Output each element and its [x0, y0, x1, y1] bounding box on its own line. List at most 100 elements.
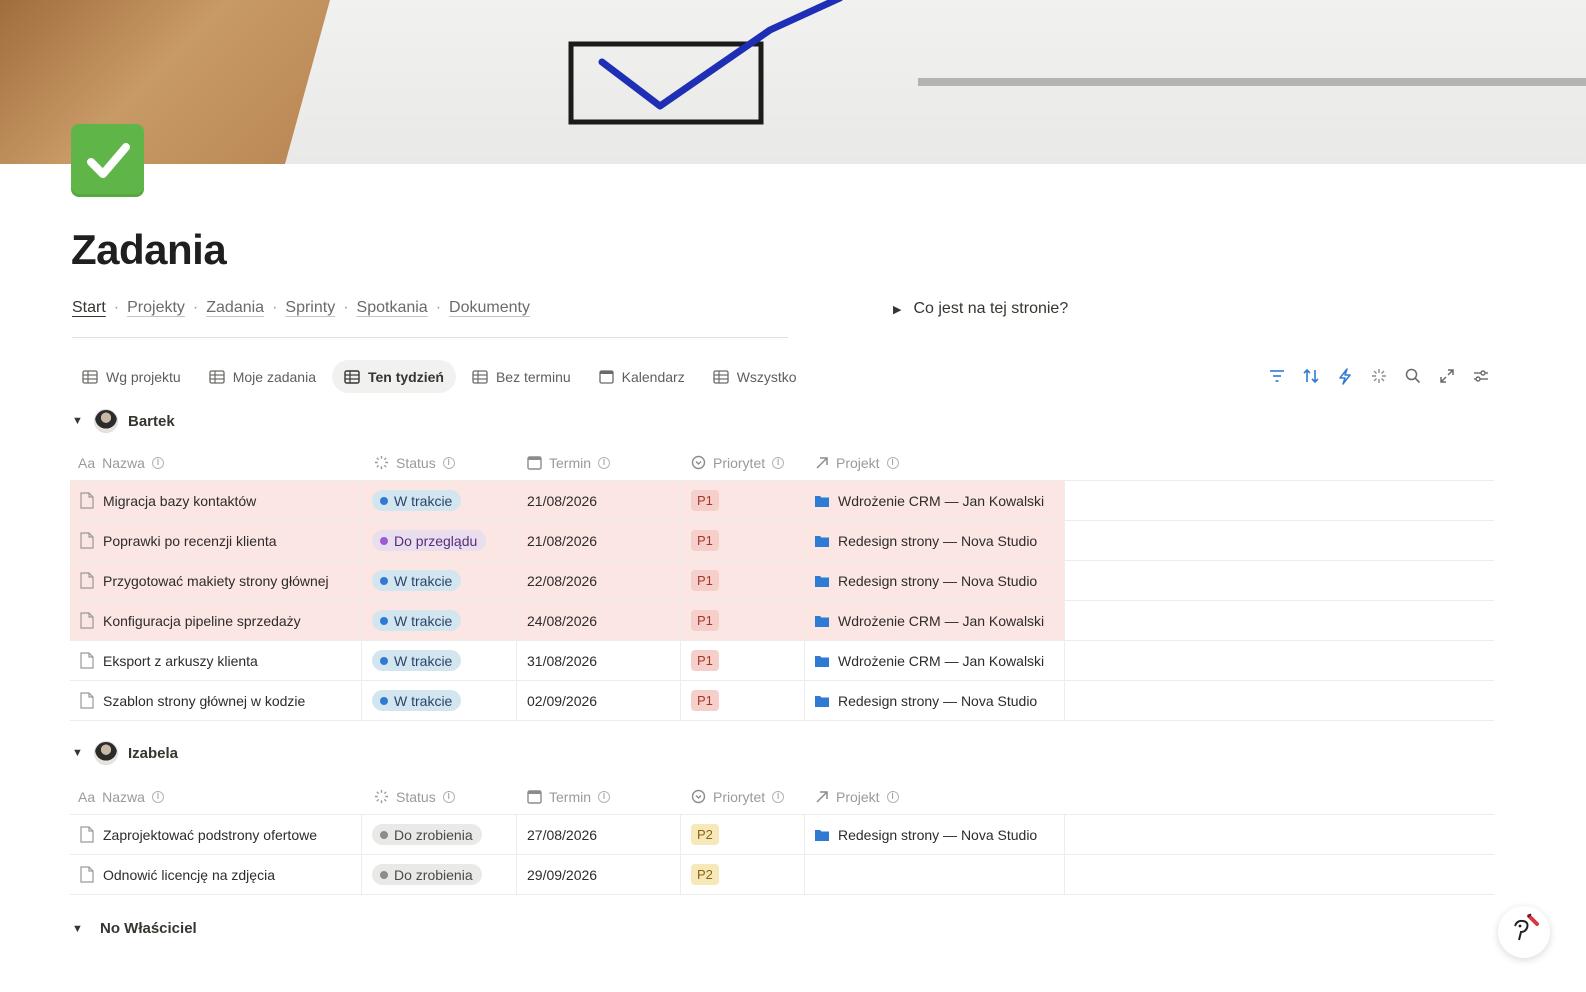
collapse-caret-icon[interactable]: ▼ [72, 747, 84, 759]
cell-status[interactable]: W trakcie [362, 561, 517, 600]
cell-status[interactable]: W trakcie [362, 641, 517, 680]
column-header-name[interactable]: Aa Nazwa i [70, 779, 362, 814]
cell-due[interactable]: 22/08/2026 [517, 561, 681, 600]
group-header-no-owner[interactable]: ▼ No Właściciel [72, 920, 197, 937]
project-link[interactable]: Redesign strony — Nova Studio [838, 573, 1037, 589]
cell-due[interactable]: 29/09/2026 [517, 855, 681, 894]
table-row[interactable]: Poprawki po recenzji klienta Do przegląd… [70, 521, 1494, 561]
tab-wszystko[interactable]: Wszystko [701, 360, 809, 393]
sparkle-icon[interactable] [1368, 364, 1389, 388]
cell-status[interactable]: W trakcie [362, 601, 517, 640]
cell-name[interactable]: Migracja bazy kontaktów [70, 481, 362, 520]
project-link[interactable]: Redesign strony — Nova Studio [838, 533, 1037, 549]
table-row[interactable]: Przygotować makiety strony głównej W tra… [70, 561, 1494, 601]
priority-badge: P1 [691, 690, 719, 711]
cell-status[interactable]: W trakcie [362, 681, 517, 720]
column-header-priority[interactable]: Priorytet i [681, 779, 805, 814]
tab-moje-zadania[interactable]: Moje zadania [197, 360, 328, 393]
cell-status[interactable]: Do przeglądu [362, 521, 517, 560]
cell-priority[interactable]: P1 [681, 481, 805, 520]
breadcrumb-start[interactable]: Start [72, 299, 106, 317]
cell-priority[interactable]: P1 [681, 521, 805, 560]
column-header-priority[interactable]: Priorytet i [681, 445, 805, 480]
cell-due[interactable]: 31/08/2026 [517, 641, 681, 680]
cell-project[interactable]: Redesign strony — Nova Studio [805, 521, 1065, 560]
table-row[interactable]: Eksport z arkuszy klienta W trakcie 31/0… [70, 641, 1494, 681]
breadcrumb-dokumenty[interactable]: Dokumenty [449, 299, 530, 317]
column-label: Termin [549, 454, 592, 471]
project-link[interactable]: Wdrożenie CRM — Jan Kowalski [838, 493, 1044, 509]
tab-kalendarz[interactable]: Kalendarz [587, 360, 697, 393]
table-row[interactable]: Konfiguracja pipeline sprzedaży W trakci… [70, 601, 1494, 641]
lightning-icon[interactable] [1334, 364, 1355, 388]
cell-status[interactable]: Do zrobienia [362, 855, 517, 894]
cell-project[interactable] [805, 855, 1065, 894]
cell-status[interactable]: Do zrobienia [362, 815, 517, 854]
info-icon: i [442, 456, 455, 469]
cell-project[interactable]: Wdrożenie CRM — Jan Kowalski [805, 481, 1065, 520]
cell-project[interactable]: Wdrożenie CRM — Jan Kowalski [805, 601, 1065, 640]
cell-name[interactable]: Zaprojektować podstrony ofertowe [70, 815, 362, 854]
cell-priority[interactable]: P1 [681, 561, 805, 600]
cell-due[interactable]: 21/08/2026 [517, 481, 681, 520]
green-checkmark-icon[interactable] [71, 124, 144, 197]
column-header-status[interactable]: Status i [362, 779, 517, 814]
cell-due[interactable]: 02/09/2026 [517, 681, 681, 720]
collapse-caret-icon[interactable]: ▼ [72, 415, 84, 427]
document-icon [80, 826, 94, 843]
filter-icon[interactable] [1266, 364, 1287, 388]
cell-due[interactable]: 21/08/2026 [517, 521, 681, 560]
cell-priority[interactable]: P1 [681, 641, 805, 680]
cell-priority[interactable]: P1 [681, 681, 805, 720]
cell-name[interactable]: Poprawki po recenzji klienta [70, 521, 362, 560]
cell-priority[interactable]: P2 [681, 815, 805, 854]
tab-wg-projektu[interactable]: Wg projektu [70, 360, 193, 393]
table-row[interactable]: Zaprojektować podstrony ofertowe Do zrob… [70, 815, 1494, 855]
collapse-caret-icon[interactable]: ▼ [72, 923, 84, 935]
cell-status[interactable]: W trakcie [362, 481, 517, 520]
page-info-toggle[interactable]: ▶ Co jest na tej stronie? [893, 300, 1068, 318]
cell-due[interactable]: 24/08/2026 [517, 601, 681, 640]
breadcrumb-spotkania[interactable]: Spotkania [357, 299, 428, 317]
column-header-project[interactable]: Projekt i [805, 779, 1065, 814]
cell-name[interactable]: Konfiguracja pipeline sprzedaży [70, 601, 362, 640]
group-header-izabela[interactable]: ▼ Izabela [72, 741, 178, 765]
cell-project[interactable]: Redesign strony — Nova Studio [805, 681, 1065, 720]
column-header-due[interactable]: Termin i [517, 445, 681, 480]
cell-project[interactable]: Wdrożenie CRM — Jan Kowalski [805, 641, 1065, 680]
expand-icon[interactable] [1436, 364, 1457, 388]
search-icon[interactable] [1402, 364, 1423, 388]
table-row[interactable]: Migracja bazy kontaktów W trakcie 21/08/… [70, 481, 1494, 521]
breadcrumb-sprinty[interactable]: Sprinty [285, 299, 335, 317]
tab-bez-terminu[interactable]: Bez terminu [460, 360, 583, 393]
cell-project[interactable]: Redesign strony — Nova Studio [805, 815, 1065, 854]
help-assistant-button[interactable] [1498, 906, 1550, 958]
column-header-status[interactable]: Status i [362, 445, 517, 480]
breadcrumb-projekty[interactable]: Projekty [127, 299, 185, 317]
breadcrumb-zadania[interactable]: Zadania [206, 299, 264, 317]
cell-due[interactable]: 27/08/2026 [517, 815, 681, 854]
cell-priority[interactable]: P1 [681, 601, 805, 640]
tab-ten-tydzien[interactable]: Ten tydzień [331, 360, 456, 393]
settings-sliders-icon[interactable] [1470, 364, 1491, 388]
cell-priority[interactable]: P2 [681, 855, 805, 894]
cell-name[interactable]: Eksport z arkuszy klienta [70, 641, 362, 680]
cell-name[interactable]: Odnowić licencję na zdjęcia [70, 855, 362, 894]
column-header-name[interactable]: Aa Nazwa i [70, 445, 362, 480]
cell-name[interactable]: Szablon strony głównej w kodzie [70, 681, 362, 720]
cell-project[interactable]: Redesign strony — Nova Studio [805, 561, 1065, 600]
project-link[interactable]: Wdrożenie CRM — Jan Kowalski [838, 613, 1044, 629]
cell-empty [1065, 641, 1494, 680]
project-link[interactable]: Redesign strony — Nova Studio [838, 827, 1037, 843]
project-link[interactable]: Redesign strony — Nova Studio [838, 693, 1037, 709]
cell-name[interactable]: Przygotować makiety strony głównej [70, 561, 362, 600]
column-header-due[interactable]: Termin i [517, 779, 681, 814]
task-name: Migracja bazy kontaktów [103, 492, 257, 509]
group-header-bartek[interactable]: ▼ Bartek [72, 409, 175, 433]
sort-icon[interactable] [1300, 364, 1321, 388]
table-row[interactable]: Odnowić licencję na zdjęcia Do zrobienia… [70, 855, 1494, 895]
project-link[interactable]: Wdrożenie CRM — Jan Kowalski [838, 653, 1044, 669]
column-header-project[interactable]: Projekt i [805, 445, 1065, 480]
table-row[interactable]: Szablon strony głównej w kodzie W trakci… [70, 681, 1494, 721]
cell-empty [1065, 481, 1494, 520]
